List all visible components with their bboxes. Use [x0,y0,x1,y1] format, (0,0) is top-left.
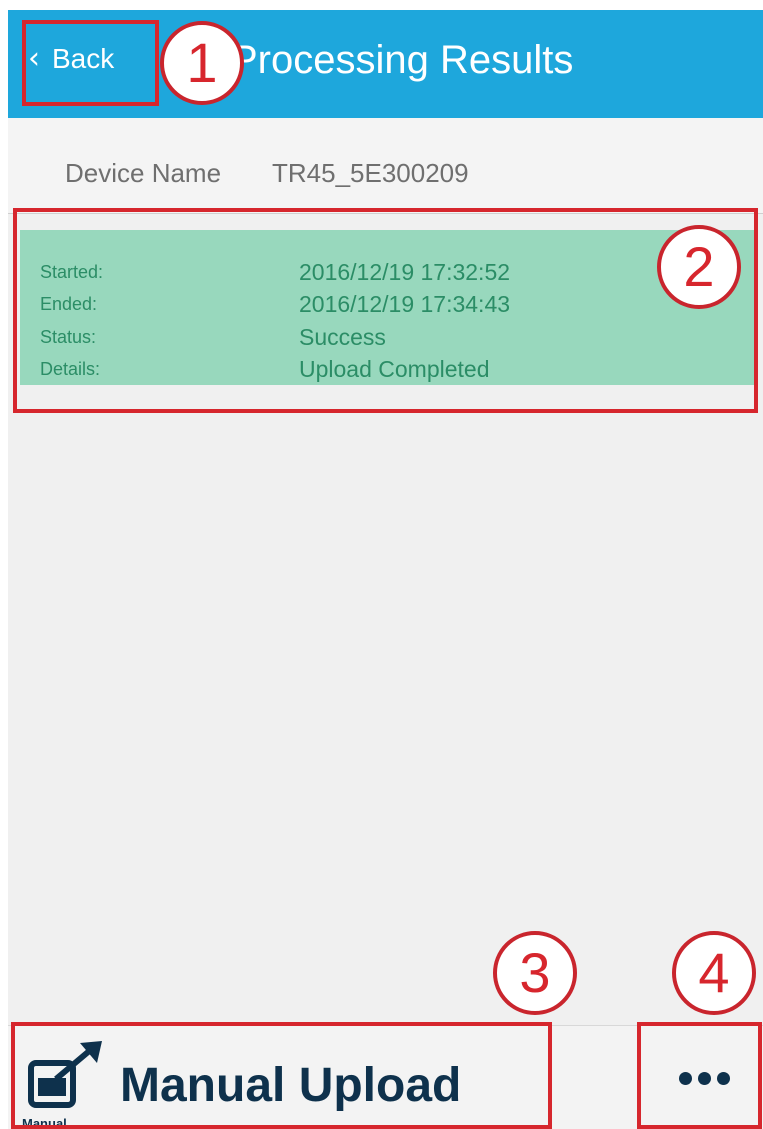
result-row-ended: Ended: 2016/12/19 17:34:43 [20,288,755,320]
result-row-started: Started: 2016/12/19 17:32:52 [20,256,755,288]
result-card: Started: 2016/12/19 17:32:52 Ended: 2016… [20,230,755,385]
chevron-left-icon: ‹ [28,41,40,76]
bottom-toolbar: Manual Manual Upload [8,1025,763,1129]
result-key-details: Details: [40,359,101,379]
page-title: Processing Results [231,38,574,82]
ellipsis-icon [679,1072,692,1085]
result-value-status: Success [299,324,386,350]
result-row-status: Status: Success [20,321,755,353]
manual-upload-label: Manual Upload [120,1059,462,1112]
result-row-details: Details: Upload Completed [20,353,755,385]
processing-results-screen: ‹ Back Processing Results Device Name TR… [8,10,763,1129]
result-value-ended: 2016/12/19 17:34:43 [299,291,511,317]
back-button[interactable]: ‹ Back [28,32,114,86]
header-bar: ‹ Back Processing Results [8,10,763,118]
result-key-ended: Ended: [40,294,98,314]
manual-upload-button[interactable]: Manual Manual Upload [8,1026,548,1129]
manual-icon-caption: Manual [22,1116,67,1129]
annotation-marker-3: 3 [493,931,577,1015]
annotation-marker-2: 2 [657,225,741,309]
ellipsis-icon [717,1072,730,1085]
device-name-row: Device Name TR45_5E300209 [8,118,763,214]
device-name-value: TR45_5E300209 [272,158,469,188]
device-name-label: Device Name [65,158,222,188]
ellipsis-icon [698,1072,711,1085]
manual-upload-icon [28,1041,102,1108]
divider [8,213,763,214]
result-key-started: Started: [40,262,104,282]
more-options-button[interactable] [641,1026,759,1129]
annotation-marker-1: 1 [160,21,244,105]
result-value-started: 2016/12/19 17:32:52 [299,259,511,285]
result-key-status: Status: [40,327,97,347]
annotation-marker-4: 4 [672,931,756,1015]
result-value-details: Upload Completed [299,356,490,382]
back-label: Back [52,43,115,74]
